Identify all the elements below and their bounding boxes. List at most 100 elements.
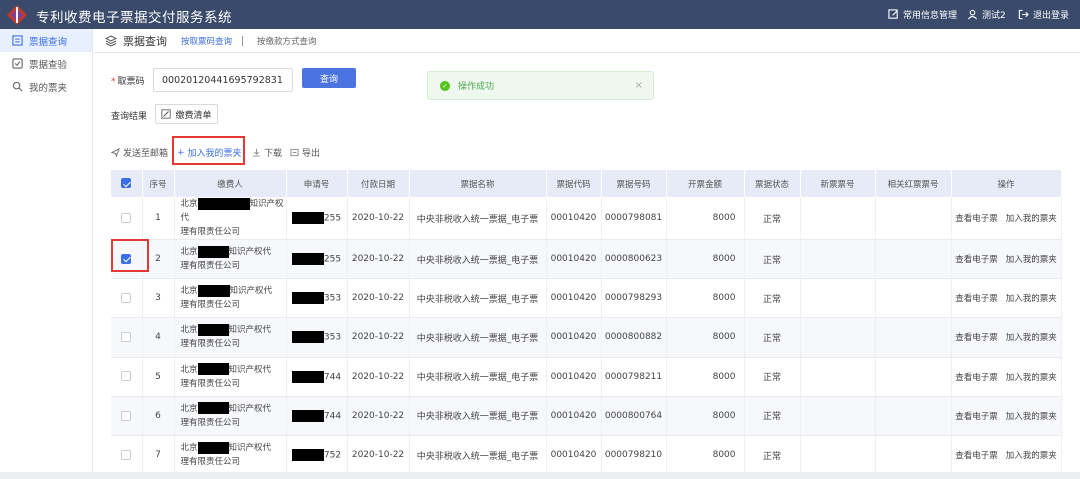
ticket-name-cell: 中央非税收入统一票据_电子票 (409, 435, 547, 476)
column-header: 付款日期 (347, 170, 410, 197)
redacted-block (291, 331, 324, 344)
sidebar: 票据查询 票据查验 我的票夹 (0, 29, 93, 479)
table-header-row: 序号 缴费人 申请号 付款日期 票据名称 票据代码 票据号码 开票金额 票据状态… (111, 170, 1062, 197)
date-cell: 2020-10-22 (347, 435, 410, 476)
column-header: 开票金额 (666, 170, 745, 197)
row-checkbox[interactable] (121, 410, 132, 421)
app-no-suffix: 752 (323, 450, 342, 461)
export-label: 导出 (302, 149, 321, 159)
row-checkbox[interactable] (121, 293, 132, 304)
check-square-icon (12, 58, 23, 69)
tab-divider (242, 35, 244, 46)
status-cell: 正常 (744, 357, 801, 397)
add-to-folder-link[interactable]: 加入我的票夹 (1006, 255, 1057, 265)
ticket-table: 序号 缴费人 申请号 付款日期 票据名称 票据代码 票据号码 开票金额 票据状态… (111, 170, 1062, 476)
view-ticket-link[interactable]: 查看电子票 (955, 333, 998, 343)
select-all-cell[interactable] (111, 170, 143, 197)
view-ticket-link[interactable]: 查看电子票 (955, 294, 998, 304)
payer-suffix: 理有限责任公司 (180, 261, 241, 272)
ticket-number-cell: 0000798293 (601, 278, 667, 319)
edit-icon (888, 9, 898, 19)
add-to-folder-link[interactable]: 加入我的票夹 (1006, 333, 1057, 343)
payment-list-button[interactable]: 缴费清单 (155, 104, 218, 124)
red-ticket-cell (875, 278, 952, 319)
add-to-folder-link[interactable]: 加入我的票夹 (1006, 373, 1057, 383)
list-icon (12, 35, 23, 46)
column-header: 票据名称 (409, 170, 547, 197)
sidebar-item-ticket-query[interactable]: 票据查询 (0, 29, 92, 52)
row-select-cell[interactable] (111, 278, 143, 319)
payer-middle: 知识产权代 (228, 247, 272, 258)
sidebar-item-my-folder[interactable]: 我的票夹 (0, 75, 92, 98)
close-icon[interactable]: × (635, 80, 643, 91)
seq-cell: 5 (142, 357, 175, 397)
tab-by-payment-method[interactable]: 按缴款方式查询 (257, 35, 317, 47)
payer-cell: 北京 知识产权代 理有限责任公司 (174, 239, 287, 280)
payer-prefix: 北京 (180, 443, 198, 454)
app-logo-icon (7, 5, 27, 25)
ticket-number-cell: 0000798210 (601, 435, 667, 476)
row-select-cell[interactable] (111, 357, 143, 397)
seq-cell: 7 (142, 435, 175, 476)
send-email-button[interactable]: 发送至邮箱 (111, 146, 168, 159)
app-no-cell: 744 (286, 357, 348, 397)
highlight-box-row-checkbox (111, 239, 149, 272)
payer-suffix: 理有限责任公司 (180, 339, 241, 350)
table-row: 1 北京 知识产权代 理有限责任公司 255 2020-10-22 中央非税收入统一票据_电… (111, 197, 1062, 240)
query-button[interactable]: 查询 (302, 68, 356, 88)
row-select-cell[interactable] (111, 197, 143, 240)
sidebar-item-ticket-verify[interactable]: 票据查验 (0, 52, 92, 75)
payer-prefix: 北京 (180, 364, 198, 375)
nav-info-management[interactable]: 常用信息管理 (888, 8, 957, 21)
download-button[interactable]: 下载 (252, 146, 282, 159)
status-cell: 正常 (744, 317, 801, 358)
ticket-code-cell: 00010420 (546, 435, 602, 476)
add-to-folder-link[interactable]: 加入我的票夹 (1006, 451, 1057, 461)
export-button[interactable]: 导出 (290, 146, 320, 159)
tab-by-ticket-code[interactable]: 按取票码查询 (181, 35, 232, 47)
ticket-number-cell: 0000798211 (601, 357, 667, 397)
column-header: 新票票号 (800, 170, 876, 197)
logout-icon (1018, 9, 1029, 20)
row-checkbox[interactable] (121, 449, 132, 460)
ticket-code-input[interactable] (153, 68, 293, 92)
view-ticket-link[interactable]: 查看电子票 (955, 451, 998, 461)
bottom-scroll-area (0, 472, 1080, 479)
payer-prefix: 北京 (180, 286, 198, 297)
nav-logout[interactable]: 退出登录 (1018, 8, 1069, 21)
ops-cell: 查看电子票 加入我的票夹 (951, 197, 1062, 240)
app-no-cell: 255 (286, 197, 348, 240)
redacted-block (291, 409, 324, 422)
app-no-cell: 255 (286, 239, 348, 280)
ticket-name-cell: 中央非税收入统一票据_电子票 (409, 317, 547, 358)
add-to-folder-link[interactable]: 加入我的票夹 (1006, 412, 1057, 422)
add-to-folder-link[interactable]: 加入我的票夹 (1006, 294, 1057, 304)
view-ticket-link[interactable]: 查看电子票 (955, 255, 998, 265)
payer-middle: 知识产权代 (228, 443, 272, 454)
add-to-folder-link[interactable]: 加入我的票夹 (1006, 214, 1057, 224)
view-ticket-link[interactable]: 查看电子票 (955, 214, 998, 224)
result-label: 查询结果 (111, 112, 148, 122)
payer-suffix: 理有限责任公司 (180, 378, 241, 389)
payer-suffix: 理有限责任公司 (180, 417, 241, 428)
ticket-code-cell: 00010420 (546, 396, 602, 436)
payer-cell: 北京 知识产权代 理有限责任公司 (174, 278, 287, 319)
row-select-cell[interactable] (111, 435, 143, 476)
view-ticket-link[interactable]: 查看电子票 (955, 412, 998, 422)
row-checkbox[interactable] (121, 332, 132, 343)
red-ticket-cell (875, 396, 952, 436)
row-select-cell[interactable] (111, 396, 143, 436)
redacted-block (197, 323, 229, 336)
payer-cell: 北京 知识产权代 理有限责任公司 (174, 396, 287, 436)
select-all-checkbox[interactable] (121, 178, 132, 189)
app-no-suffix: 744 (323, 411, 342, 422)
ticket-number-cell: 0000800882 (601, 317, 667, 358)
row-select-cell[interactable] (111, 317, 143, 358)
view-ticket-link[interactable]: 查看电子票 (955, 373, 998, 383)
row-checkbox[interactable] (121, 371, 132, 382)
edit-list-icon (161, 109, 172, 119)
row-checkbox[interactable] (121, 212, 132, 223)
nav-user[interactable]: 测试2 (967, 8, 1006, 21)
red-ticket-cell (875, 197, 952, 240)
ops-cell: 查看电子票 加入我的票夹 (951, 435, 1062, 476)
